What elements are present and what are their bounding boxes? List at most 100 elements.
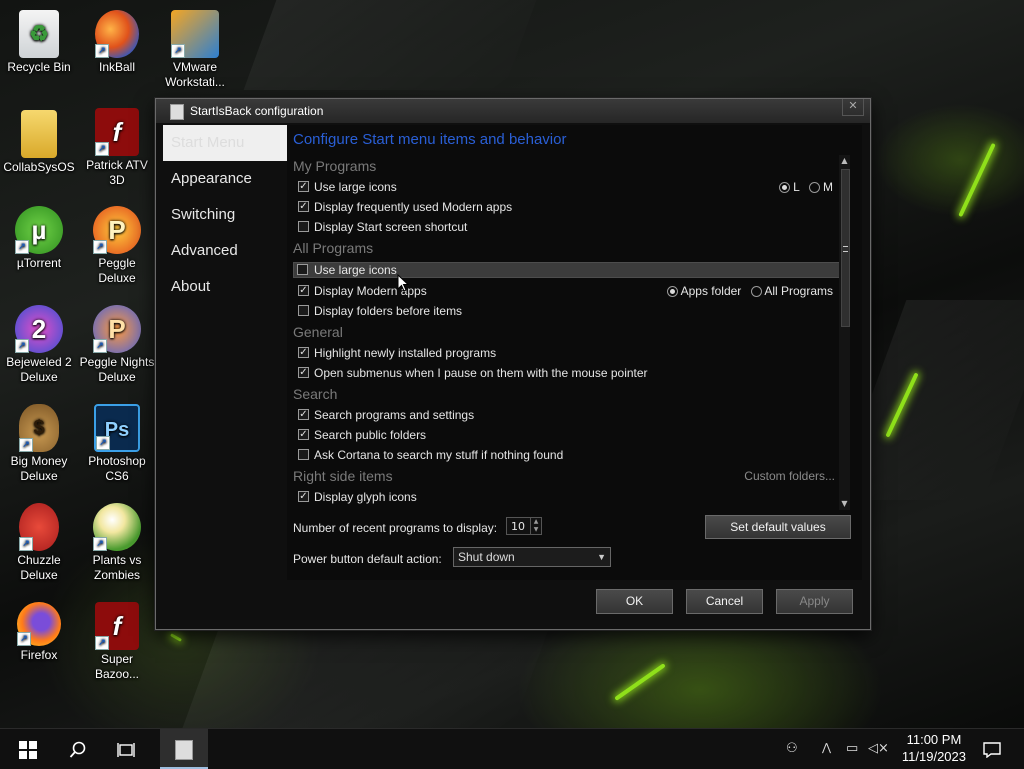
option-label: Display frequently used Modern apps — [314, 200, 513, 214]
background-glow-streak — [614, 663, 666, 701]
ok-button[interactable]: OK — [596, 589, 673, 614]
desktop-icon-firefox[interactable]: ↗ Firefox — [0, 602, 78, 663]
desktop-icon-photoshop[interactable]: Ps ↗ Photoshop CS6 — [78, 404, 156, 484]
desktop-icon-peggle[interactable]: P ↗ Peggle Deluxe — [78, 206, 156, 286]
nav-item-start-menu[interactable]: Start Menu — [163, 125, 287, 161]
option-label: Search programs and settings — [314, 408, 475, 422]
task-view-button[interactable] — [102, 729, 150, 769]
section-title-all-programs: All Programs — [293, 240, 374, 256]
background-shard — [181, 630, 549, 730]
scroll-down-arrow-icon[interactable]: ▼ — [839, 498, 850, 510]
radio-label: All Programs — [764, 284, 833, 298]
checkbox[interactable] — [298, 221, 309, 232]
option-label: Highlight newly installed programs — [314, 346, 497, 360]
desktop-icon-patrick-atv[interactable]: f ↗ Patrick ATV 3D — [78, 108, 156, 188]
desktop-icon-bejeweled[interactable]: 2 ↗ Bejeweled 2 Deluxe — [0, 305, 78, 385]
spinner-arrows-icon[interactable]: ▲ ▼ — [530, 518, 541, 534]
apply-button[interactable]: Apply — [776, 589, 853, 614]
radio-large[interactable] — [778, 182, 790, 193]
radio-all-programs[interactable] — [750, 286, 762, 297]
checkbox[interactable] — [298, 367, 309, 378]
action-center-button[interactable] — [968, 729, 1016, 769]
scrollbar-thumb[interactable] — [841, 169, 850, 327]
folder-icon — [21, 110, 57, 158]
option-row[interactable]: Highlight newly installed programs — [287, 343, 847, 363]
nav-item-about[interactable]: About — [163, 269, 287, 305]
set-default-values-button[interactable]: Set default values — [705, 515, 851, 539]
scrollbar-grip — [843, 246, 848, 252]
background-glow-streak — [958, 142, 996, 218]
windows-logo-icon — [19, 740, 37, 759]
options-scrollbar[interactable]: ▲ ▼ — [839, 155, 850, 510]
option-row[interactable]: Ask Cortana to search my stuff if nothin… — [287, 445, 847, 465]
options-scroll-area: My Programs Use large icons L M Display … — [287, 155, 847, 510]
desktop-icon-label: Patrick ATV 3D — [86, 158, 148, 187]
desktop-icon-inkball[interactable]: ↗ InkBall — [78, 10, 156, 75]
vmware-icon: ↗ — [171, 10, 219, 58]
desktop-icon-big-money[interactable]: $ ↗ Big Money Deluxe — [0, 404, 78, 484]
checkbox[interactable] — [298, 305, 309, 316]
option-row[interactable]: Display glyph icons — [287, 487, 847, 507]
taskbar-app-startisback[interactable] — [160, 729, 208, 769]
option-row[interactable]: Display folders before items — [287, 301, 847, 321]
checkbox[interactable] — [298, 491, 309, 502]
scroll-up-arrow-icon[interactable]: ▲ — [839, 155, 850, 167]
window-titlebar[interactable]: StartIsBack configuration ✕ — [156, 99, 870, 123]
radio-label: M — [823, 180, 833, 194]
option-label: Display Start screen shortcut — [314, 220, 468, 234]
network-disconnected-icon[interactable]: ▭ — [846, 741, 858, 756]
volume-muted-icon[interactable]: ◁× — [868, 741, 889, 756]
desktop-icon-utorrent[interactable]: µ ↗ µTorrent — [0, 206, 78, 271]
start-button[interactable] — [4, 729, 52, 769]
option-label: Display glyph icons — [314, 490, 417, 504]
people-icon[interactable]: ⚇ — [786, 741, 798, 756]
option-row[interactable]: Display Start screen shortcut — [287, 217, 847, 237]
close-icon[interactable]: ✕ — [842, 99, 864, 116]
option-row[interactable]: Search programs and settings — [287, 405, 847, 425]
option-row[interactable]: Search public folders — [287, 425, 847, 445]
power-action-select[interactable]: Shut down ▼ — [453, 547, 611, 567]
checkbox[interactable] — [298, 429, 309, 440]
option-label: Open submenus when I pause on them with … — [314, 366, 648, 380]
checkbox[interactable] — [298, 449, 309, 460]
search-button[interactable] — [54, 729, 102, 769]
checkbox[interactable] — [297, 264, 308, 275]
startisback-config-window: StartIsBack configuration ✕ Start Menu A… — [155, 98, 871, 630]
chevron-down-icon: ▼ — [597, 552, 606, 562]
option-row[interactable]: Display frequently used Modern apps — [287, 197, 847, 217]
option-row[interactable]: Display Modern apps Apps folder All Prog… — [287, 281, 847, 301]
recent-programs-spinner[interactable]: 10 ▲ ▼ — [506, 517, 542, 535]
desktop-icon-recycle-bin[interactable]: ♻ Recycle Bin — [0, 10, 78, 75]
desktop-icon-label: Peggle Deluxe — [98, 256, 136, 285]
nav-item-advanced[interactable]: Advanced — [163, 233, 287, 269]
option-label: Use large icons — [314, 263, 397, 277]
option-row[interactable]: Use large icons L M — [287, 177, 847, 197]
custom-folders-link[interactable]: Custom folders... — [744, 465, 835, 487]
desktop-icon-label: Super Bazoo... — [94, 652, 140, 681]
chevron-up-icon[interactable]: ⋀ — [822, 741, 831, 754]
option-row[interactable]: Open submenus when I pause on them with … — [287, 363, 847, 383]
radio-apps-folder[interactable] — [666, 286, 678, 297]
desktop-icon-plants-vs-zombies[interactable]: ↗ Plants vs Zombies — [78, 503, 156, 583]
section-title-search: Search — [293, 386, 338, 402]
app-icon — [170, 104, 184, 120]
nav-item-switching[interactable]: Switching — [163, 197, 287, 233]
bejeweled-icon: 2 ↗ — [15, 305, 63, 353]
desktop-icon-vmware[interactable]: ↗ VMware Workstati... — [156, 10, 234, 90]
desktop-icon-collabsysos[interactable]: CollabSysOS — [0, 110, 78, 175]
option-row-hovered[interactable]: Use large icons — [293, 262, 841, 278]
desktop-icon-label: Big Money Deluxe — [10, 454, 68, 483]
system-clock[interactable]: 11:00 PM 11/19/2023 — [902, 731, 966, 765]
checkbox[interactable] — [298, 285, 309, 296]
desktop-icon-label: µTorrent — [16, 256, 62, 270]
nav-item-appearance[interactable]: Appearance — [163, 161, 287, 197]
checkbox[interactable] — [298, 409, 309, 420]
cancel-button[interactable]: Cancel — [686, 589, 763, 614]
desktop-icon-peggle-nights[interactable]: P ↗ Peggle Nights Deluxe — [78, 305, 156, 385]
checkbox[interactable] — [298, 347, 309, 358]
checkbox[interactable] — [298, 181, 309, 192]
desktop-icon-super-bazooka[interactable]: f ↗ Super Bazoo... — [78, 602, 156, 682]
desktop-icon-chuzzle[interactable]: ↗ Chuzzle Deluxe — [0, 503, 78, 583]
radio-medium[interactable] — [808, 182, 820, 193]
checkbox[interactable] — [298, 201, 309, 212]
